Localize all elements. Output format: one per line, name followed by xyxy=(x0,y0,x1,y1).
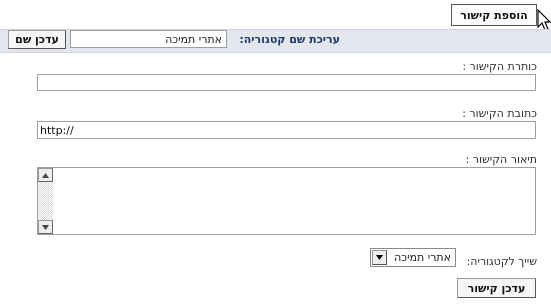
assign-category-select[interactable]: אתרי תמיכה xyxy=(370,248,456,267)
link-title-input[interactable] xyxy=(37,74,536,91)
assign-category-value: אתרי תמיכה xyxy=(394,251,451,264)
description-scrollbar[interactable] xyxy=(38,168,53,234)
add-link-button[interactable]: הוספת קישור xyxy=(451,4,537,26)
category-name-input[interactable] xyxy=(70,30,227,48)
triangle-up-icon[interactable] xyxy=(38,168,53,182)
link-description-textarea[interactable] xyxy=(37,167,536,235)
update-name-button[interactable]: עדכן שם xyxy=(8,30,66,49)
link-url-label: כתובת הקישור : xyxy=(462,107,537,120)
link-url-input[interactable] xyxy=(37,121,536,139)
dropdown-arrow-icon[interactable] xyxy=(372,250,387,265)
link-description-label: תיאור הקישור : xyxy=(465,153,537,166)
assign-category-label: שייך לקטגוריה: xyxy=(466,255,537,268)
update-link-button[interactable]: עדכן קישור xyxy=(457,278,536,298)
category-name-label: עריכת שם קטגוריה: xyxy=(239,33,340,46)
triangle-down-icon[interactable] xyxy=(38,220,53,234)
link-title-label: כותרת הקישור : xyxy=(462,60,537,73)
